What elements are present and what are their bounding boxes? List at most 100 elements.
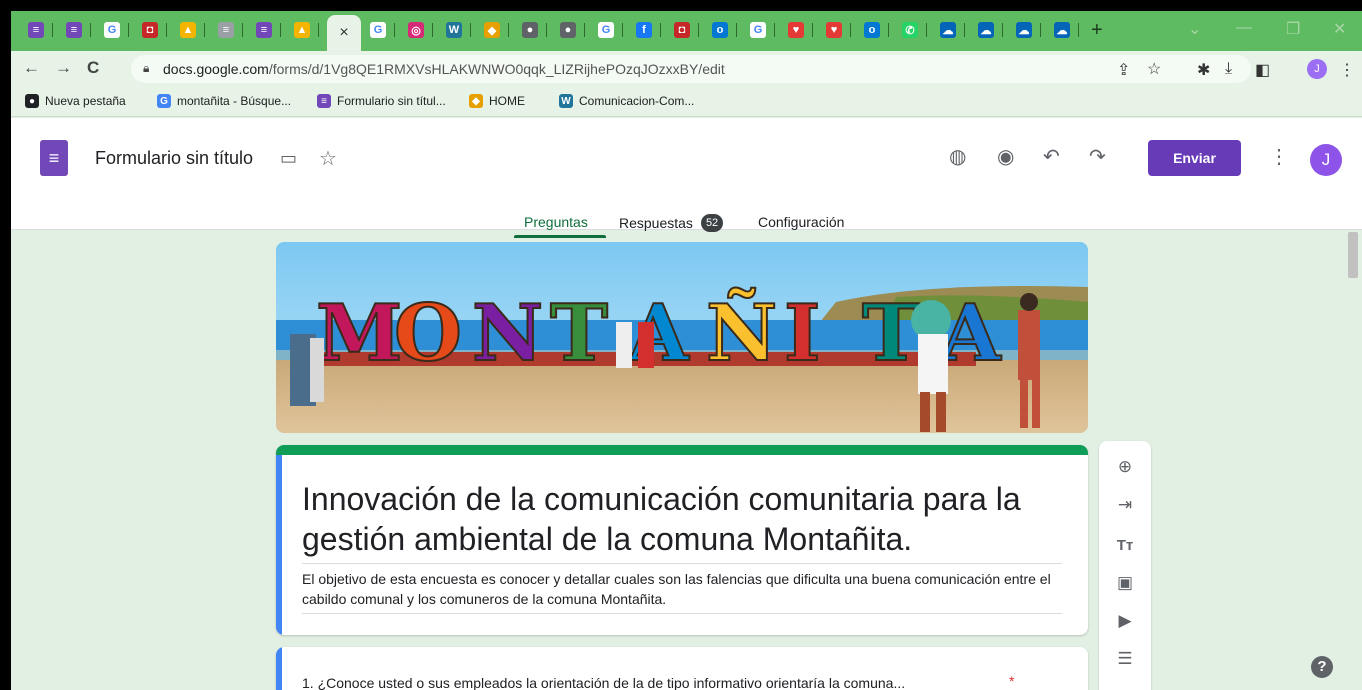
browser-tab[interactable]: o [707,17,737,43]
browser-tab[interactable]: W [441,17,471,43]
tab-responses[interactable]: Respuestas 52 [619,214,724,232]
browser-tab[interactable]: ● [517,17,547,43]
google-drive-icon: ▲ [294,22,310,38]
instagram-icon: ◎ [408,22,424,38]
tab-search-icon[interactable]: ⌄ [1188,19,1201,39]
scroll-thumb[interactable] [1348,232,1358,278]
account-avatar[interactable]: J [1310,144,1342,176]
bookmark-item[interactable]: ◆ HOME [469,94,525,108]
more-vert-icon[interactable]: ⋮ [1269,144,1289,169]
bookmark-star-icon[interactable]: ☆ [1147,59,1161,79]
palette-icon[interactable]: ◍ [949,144,966,169]
browser-tab[interactable]: G [745,17,775,43]
redo-icon[interactable]: ↷ [1089,144,1106,169]
bookmark-item[interactable]: W Comunicacion-Com... [559,94,694,108]
star-icon[interactable]: ☆ [319,146,337,171]
google-forms-icon: ≡ [66,22,82,38]
browser-tab[interactable]: ≡ [213,17,243,43]
google-icon: G [370,22,386,38]
add-image-icon[interactable]: ▣ [1113,571,1137,595]
bookmarks-bar: ● Nueva pestaña Gmontañita - Búsque... ≡ For… [11,87,1362,117]
profile-avatar[interactable]: J [1307,59,1327,79]
form-title[interactable]: Innovación de la comunicación comunitari… [302,479,1062,564]
url-host: docs.google.com [163,61,269,77]
bookmark-item[interactable]: ● Nueva pestaña [25,94,126,108]
import-questions-icon[interactable]: ⇥ [1113,493,1137,517]
card-accent-top [276,445,1088,455]
new-tab-button[interactable]: + [1091,19,1103,42]
active-tab[interactable]: × [327,15,361,51]
browser-tab[interactable]: G [99,17,129,43]
browser-tab[interactable]: ☁ [1011,17,1041,43]
browser-tab[interactable]: G [365,17,395,43]
browser-tab[interactable]: ♥ [783,17,813,43]
form-description[interactable]: El objetivo de esta encuesta es conocer … [302,569,1062,614]
facebook-icon: f [636,22,652,38]
extensions-icon[interactable]: ✱ [1197,60,1210,80]
forward-icon[interactable]: → [55,58,72,78]
browser-tab[interactable]: ≡ [61,17,91,43]
browser-tab[interactable]: ✆ [897,17,927,43]
browser-tab[interactable]: ≡ [251,17,281,43]
browser-tab[interactable]: G [593,17,623,43]
floating-toolbar: ⊕ ⇥ Tт ▣ ▶ ☰ [1099,441,1151,690]
reload-icon[interactable]: C [87,58,99,78]
browser-toolbar: ← → C 🔒︎ docs.google.com/forms/d/1Vg8QE1… [11,51,1362,87]
preview-eye-icon[interactable]: ◉ [997,144,1014,169]
minimize-icon[interactable]: — [1236,19,1252,37]
download-icon[interactable]: ⤓ [1225,60,1232,78]
google-forms-logo-icon[interactable]: ≡ [40,140,68,176]
browser-tab[interactable]: ◎ [403,17,433,43]
browser-tab[interactable]: ▲ [289,17,319,43]
google-forms-icon: ≡ [317,94,331,108]
tab-separator [1040,23,1041,37]
back-icon[interactable]: ← [23,58,40,78]
browser-tab[interactable]: o [859,17,889,43]
bookmark-item[interactable]: Gmontañita - Búsque... [157,94,291,108]
browser-tab[interactable]: ☁ [1049,17,1079,43]
url-text[interactable]: docs.google.com/forms/d/1Vg8QE1RMXVsHLAK… [163,61,725,77]
tab-separator [1002,23,1003,37]
add-question-icon[interactable]: ⊕ [1113,455,1137,479]
browser-tab[interactable]: ≡ [23,17,53,43]
tab-separator [926,23,927,37]
browser-tab[interactable]: ◘ [137,17,167,43]
help-icon[interactable]: ? [1311,656,1333,678]
bookmark-item[interactable]: ≡ Formulario sin títul... [317,94,446,108]
browser-tab[interactable]: ◘ [669,17,699,43]
browser-tab[interactable]: ● [555,17,585,43]
question-card[interactable]: 1. ¿Conoce usted o sus empleados la orie… [276,647,1088,690]
share-icon[interactable]: ⇪ [1117,60,1130,80]
browser-tab[interactable]: ♥ [821,17,851,43]
page-scrollbar[interactable] [1344,230,1362,690]
tab-settings[interactable]: Configuración [758,214,844,230]
close-window-icon[interactable]: ✕ [1333,19,1346,39]
send-button[interactable]: Enviar [1148,140,1241,176]
onedrive-icon: ☁ [940,22,956,38]
undo-icon[interactable]: ↶ [1043,144,1060,169]
browser-tab[interactable]: ◆ [479,17,509,43]
banner-letter: Ñ [706,287,777,379]
bookmark-label: Formulario sin títul... [337,94,446,108]
tab-strip: ≡ ≡ G ◘ ▲ ≡ ≡ ▲ × G ◎ W ◆ ● ● Gf ◘ o G ♥ ♥ o ✆ ☁ ☁ ☁ ☁ + ⌄ — ❐ ✕ [11,11,1362,51]
add-title-icon[interactable]: Tт [1113,533,1137,557]
add-video-icon[interactable]: ▶ [1113,609,1137,633]
browser-tab[interactable]: ▲ [175,17,205,43]
restore-icon[interactable]: ❐ [1286,19,1300,39]
sidebar-icon[interactable]: ◧ [1255,60,1270,80]
add-section-icon[interactable]: ☰ [1113,647,1137,671]
browser-tab[interactable]: ☁ [973,17,1003,43]
question-title[interactable]: 1. ¿Conoce usted o sus empleados la orie… [302,675,905,690]
heart-icon: ♥ [788,22,804,38]
browser-tab[interactable]: f [631,17,661,43]
menu-icon[interactable]: ⋮ [1339,60,1355,80]
address-bar[interactable]: 🔒︎ docs.google.com/forms/d/1Vg8QE1RMXVsH… [131,55,1251,83]
close-tab-icon[interactable]: × [339,24,348,42]
doc-title[interactable]: Formulario sin título [95,148,253,169]
tab-separator [964,23,965,37]
outlook-icon: o [712,22,728,38]
google-icon: G [104,22,120,38]
browser-tab[interactable]: ☁ [935,17,965,43]
tab-questions[interactable]: Preguntas [524,214,588,230]
folder-icon[interactable]: ▭ [280,148,297,169]
